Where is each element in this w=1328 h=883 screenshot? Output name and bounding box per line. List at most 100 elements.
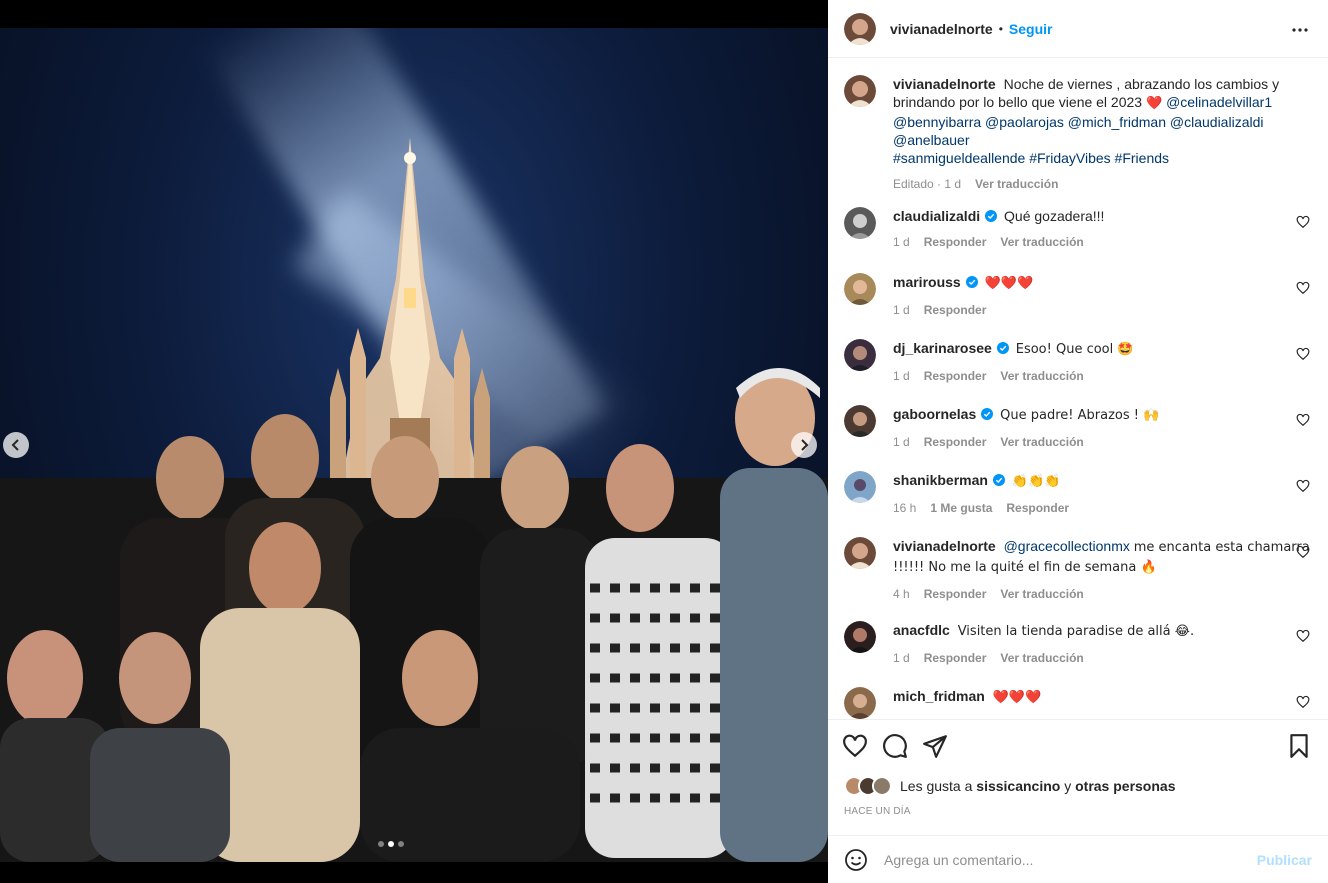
commenter-avatar[interactable]: [844, 621, 876, 653]
mention-link[interactable]: @claudializaldi: [1170, 114, 1264, 130]
mention-link[interactable]: @bennyibarra: [893, 114, 981, 130]
comment-body: gaboornelas Que padre! Abrazos ! 🙌 1 d R…: [893, 405, 1312, 453]
mention-link[interactable]: @mich_fridman: [1068, 114, 1166, 130]
comment-meta: 1 d Responder Ver traducción: [893, 233, 1312, 251]
comment-body: marirouss ❤️❤️❤️ 1 d Responder: [893, 273, 1312, 321]
like-comment-icon[interactable]: [1296, 281, 1310, 295]
group-of-people: [0, 368, 828, 862]
instagram-post-view: vivianadelnorte • Seguir vivianadelnorte…: [0, 0, 1328, 883]
comment-username[interactable]: gaboornelas: [893, 406, 976, 422]
comment-item: claudializaldi Qué gozadera!!! 1 d Respo…: [844, 207, 1312, 255]
add-comment-bar: Publicar: [828, 835, 1328, 883]
commenter-avatar[interactable]: [844, 339, 876, 371]
mention-link[interactable]: @anelbauer: [893, 132, 970, 148]
comment-username[interactable]: claudializaldi: [893, 208, 980, 224]
author-username[interactable]: vivianadelnorte: [890, 21, 993, 37]
reply-button[interactable]: Responder: [924, 433, 987, 451]
comment-likes[interactable]: 1 Me gusta: [930, 499, 992, 517]
translate-button[interactable]: Ver traducción: [1000, 433, 1083, 451]
mention-link[interactable]: @celinadelvillar1: [1166, 94, 1272, 110]
liker-avatars[interactable]: [844, 776, 892, 796]
comment-username[interactable]: dj_karinarosee: [893, 340, 992, 356]
post-date[interactable]: HACE UN DÍA: [828, 806, 1328, 817]
share-paper-plane-icon[interactable]: [922, 733, 948, 759]
commenter-avatar[interactable]: [844, 537, 876, 569]
comment-item: mich_fridman ❤️❤️❤️: [844, 687, 1312, 719]
comment-body: shanikberman 👏👏👏 16 h 1 Me gusta Respond…: [893, 471, 1312, 519]
commenter-avatar[interactable]: [844, 687, 876, 719]
reply-button[interactable]: Responder: [1006, 499, 1069, 517]
comment-text: Qué gozadera!!!: [1004, 208, 1105, 224]
comment-username[interactable]: marirouss: [893, 274, 961, 290]
comment-bubble-icon[interactable]: [882, 733, 908, 759]
translate-button[interactable]: Ver traducción: [1000, 649, 1083, 667]
comment-username[interactable]: shanikberman: [893, 472, 988, 488]
like-comment-icon[interactable]: [1296, 695, 1310, 709]
comment-text: Que padre! Abrazos ! 🙌: [1000, 408, 1160, 423]
comment-body: dj_karinarosee Esoo! Que cool 🤩 1 d Resp…: [893, 339, 1312, 387]
mention-link[interactable]: @gracecollectionmx: [1004, 538, 1130, 554]
hashtags[interactable]: #sanmigueldeallende #FridayVibes #Friend…: [893, 150, 1169, 166]
commenter-avatar[interactable]: [844, 405, 876, 437]
chevron-right-icon: [801, 439, 809, 451]
comment-time: 1 d: [893, 435, 910, 449]
comment-meta: 1 d Responder: [893, 301, 1312, 319]
comment-time: 1 d: [893, 369, 910, 383]
post-side-panel: vivianadelnorte • Seguir vivianadelnorte…: [828, 0, 1328, 883]
more-options-button[interactable]: [1290, 20, 1310, 40]
reply-button[interactable]: Responder: [924, 585, 987, 603]
translate-button[interactable]: Ver traducción: [1000, 367, 1083, 385]
mention-link[interactable]: @paolarojas: [985, 114, 1064, 130]
post-actions-section: Les gusta a sissicancino y otras persona…: [828, 719, 1328, 817]
comment-meta: 1 d Responder Ver traducción: [893, 367, 1312, 385]
caption-author-avatar[interactable]: [844, 75, 876, 107]
like-comment-icon[interactable]: [1296, 215, 1310, 229]
like-comment-icon[interactable]: [1296, 629, 1310, 643]
other-likers-link[interactable]: otras personas: [1075, 778, 1175, 794]
likes-conjunction: y: [1064, 778, 1072, 794]
caption: vivianadelnorte Noche de viernes , abraz…: [844, 75, 1312, 193]
bookmark-icon[interactable]: [1286, 733, 1312, 759]
reply-button[interactable]: Responder: [924, 367, 987, 385]
comment-meta: 4 h Responder Ver traducción: [893, 585, 1312, 603]
comment-item: marirouss ❤️❤️❤️ 1 d Responder: [844, 273, 1312, 321]
comments-scroll[interactable]: vivianadelnorte Noche de viernes , abraz…: [828, 59, 1328, 719]
comment-meta: 1 d Responder Ver traducción: [893, 433, 1312, 451]
commenter-avatar[interactable]: [844, 471, 876, 503]
publish-button[interactable]: Publicar: [1257, 852, 1312, 868]
heart-emoji: ❤️: [1145, 96, 1163, 111]
like-comment-icon[interactable]: [1296, 479, 1310, 493]
like-comment-icon[interactable]: [1296, 347, 1310, 361]
previous-photo-button[interactable]: [3, 432, 29, 458]
comment-item: gaboornelas Que padre! Abrazos ! 🙌 1 d R…: [844, 405, 1312, 453]
comment-username[interactable]: anacfdlc: [893, 622, 950, 638]
comment-body: mich_fridman ❤️❤️❤️: [893, 687, 1312, 719]
commenter-avatar[interactable]: [844, 273, 876, 305]
carousel-dot-active: [388, 841, 394, 847]
like-comment-icon[interactable]: [1296, 413, 1310, 427]
comment-item: anacfdlc Visiten la tienda paradise de a…: [844, 621, 1312, 669]
comment-body: claudializaldi Qué gozadera!!! 1 d Respo…: [893, 207, 1312, 255]
next-photo-button[interactable]: [791, 432, 817, 458]
comment-username[interactable]: vivianadelnorte: [893, 538, 996, 554]
author-avatar[interactable]: [844, 12, 876, 45]
comment-username[interactable]: mich_fridman: [893, 688, 985, 704]
translate-button[interactable]: Ver traducción: [1000, 585, 1083, 603]
reply-button[interactable]: Responder: [924, 301, 987, 319]
liker-username[interactable]: sissicancino: [976, 778, 1060, 794]
like-comment-icon[interactable]: [1296, 545, 1310, 559]
caption-username[interactable]: vivianadelnorte: [893, 76, 996, 92]
follow-button[interactable]: Seguir: [1009, 21, 1053, 37]
commenter-avatar[interactable]: [844, 207, 876, 239]
comment-input[interactable]: [884, 851, 1257, 868]
verified-badge-icon: [996, 342, 1009, 354]
post-photo[interactable]: [0, 28, 828, 862]
comment-time: 1 d: [893, 651, 910, 665]
like-heart-icon[interactable]: [842, 733, 868, 759]
translate-button[interactable]: Ver traducción: [975, 175, 1058, 193]
reply-button[interactable]: Responder: [924, 649, 987, 667]
translate-button[interactable]: Ver traducción: [1000, 233, 1083, 251]
emoji-smiley-icon[interactable]: [844, 848, 868, 872]
reply-button[interactable]: Responder: [924, 233, 987, 251]
media-pane: [0, 0, 828, 883]
